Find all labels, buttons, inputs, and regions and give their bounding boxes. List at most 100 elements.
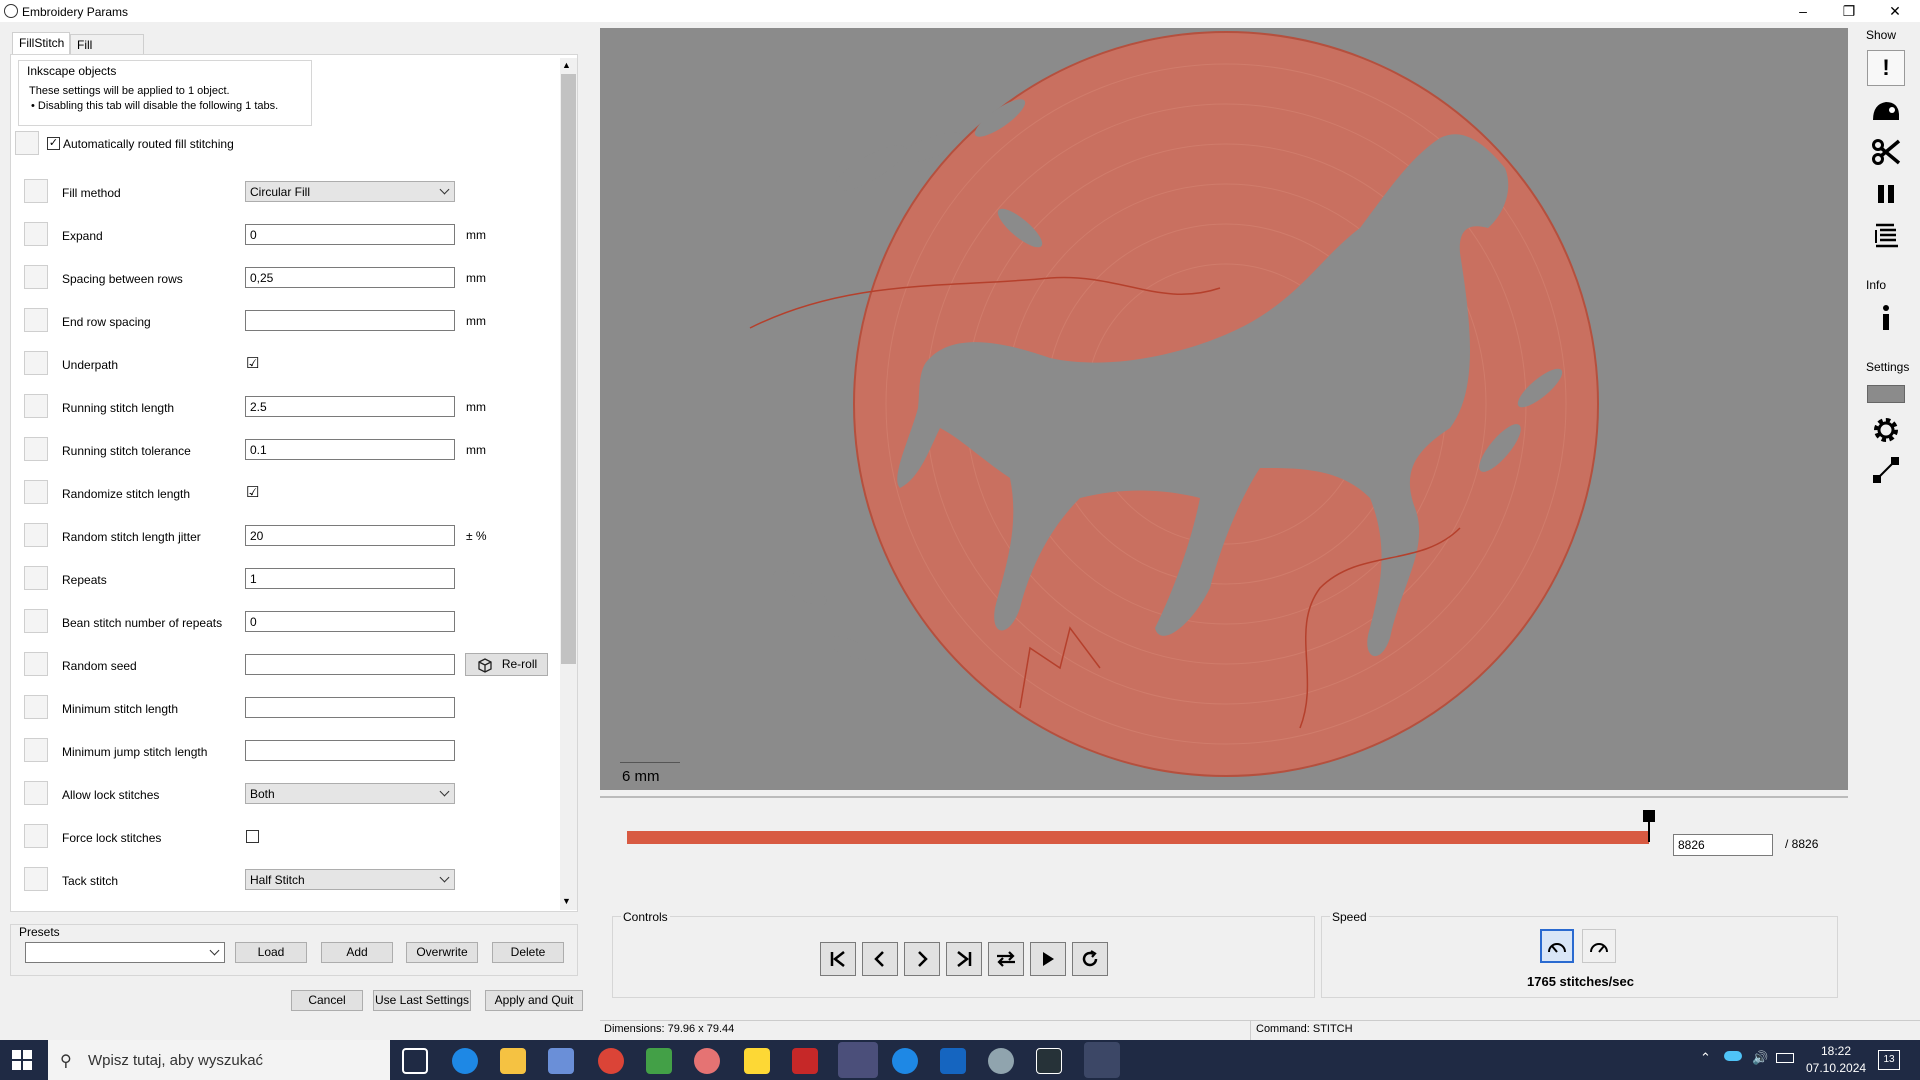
close-button[interactable]: ✕: [1872, 0, 1918, 22]
param-label: Force lock stitches: [62, 831, 162, 845]
preset-delete-button[interactable]: Delete: [492, 942, 564, 963]
clock-time[interactable]: 18:22: [1806, 1044, 1866, 1058]
outlook-icon[interactable]: [940, 1048, 966, 1074]
current-stitch-input[interactable]: 8826: [1673, 834, 1773, 856]
windows-start-button[interactable]: [12, 1050, 32, 1073]
param-input[interactable]: [245, 697, 455, 718]
jump-stitches-button[interactable]: [1867, 452, 1905, 488]
chrome-icon[interactable]: [598, 1048, 624, 1074]
param-input[interactable]: 0: [245, 224, 455, 245]
show-commands-button[interactable]: [1867, 218, 1905, 254]
restore-button[interactable]: ❐: [1826, 0, 1872, 22]
scroll-down-icon[interactable]: ▼: [562, 896, 571, 906]
task-view-icon[interactable]: [402, 1048, 428, 1074]
param-toggle-button[interactable]: [24, 867, 48, 891]
param-input[interactable]: [245, 740, 455, 761]
param-toggle-button[interactable]: [24, 824, 48, 848]
param-checkbox[interactable]: ☑: [246, 485, 259, 500]
tab-fill-underlay[interactable]: Fill Underlay: [70, 34, 144, 66]
param-toggle-button[interactable]: [24, 609, 48, 633]
param-toggle-button[interactable]: [24, 523, 48, 547]
param-toggle-button[interactable]: [24, 566, 48, 590]
settings-button[interactable]: [1867, 412, 1905, 448]
param-toggle-button[interactable]: [24, 437, 48, 461]
swap-direction-button[interactable]: [988, 942, 1024, 976]
reroll-button[interactable]: Re-roll: [465, 653, 548, 676]
param-toggle-button[interactable]: [24, 781, 48, 805]
stitch-slider-track[interactable]: [627, 831, 1649, 844]
battery-icon[interactable]: [1776, 1053, 1794, 1063]
param-input[interactable]: 20: [245, 525, 455, 546]
preset-add-button[interactable]: Add: [321, 942, 393, 963]
edge-icon[interactable]: [452, 1048, 478, 1074]
cancel-button[interactable]: Cancel: [291, 990, 363, 1011]
stitch-preview-canvas[interactable]: [600, 28, 1848, 790]
param-input[interactable]: [245, 310, 455, 331]
sticky-notes-icon[interactable]: [744, 1048, 770, 1074]
auto-route-checkbox[interactable]: ✓: [47, 137, 60, 150]
previous-stitch-button[interactable]: [862, 942, 898, 976]
app-icon-3[interactable]: [694, 1048, 720, 1074]
param-input[interactable]: 1: [245, 568, 455, 589]
first-stitch-button[interactable]: [820, 942, 856, 976]
minimize-button[interactable]: –: [1780, 0, 1826, 22]
file-explorer-icon[interactable]: [500, 1048, 526, 1074]
param-toggle-button[interactable]: [24, 222, 48, 246]
param-toggle-button[interactable]: [24, 308, 48, 332]
param-select[interactable]: Circular Fill: [245, 181, 455, 202]
param-select[interactable]: Half Stitch: [245, 869, 455, 890]
background-color-button[interactable]: [1867, 376, 1905, 412]
stitch-slider-handle[interactable]: [1643, 810, 1655, 822]
show-trims-button[interactable]: [1867, 134, 1905, 170]
params-scroll-thumb[interactable]: [561, 74, 576, 664]
param-checkbox[interactable]: [246, 830, 259, 843]
chrome-profile-icon[interactable]: [892, 1048, 918, 1074]
app-icon-1[interactable]: [548, 1048, 574, 1074]
param-input[interactable]: 0,25: [245, 267, 455, 288]
auto-route-toggle-button[interactable]: [15, 131, 39, 155]
app-icon-4[interactable]: [988, 1048, 1014, 1074]
tab-fillstitch[interactable]: FillStitch: [12, 32, 70, 54]
play-button[interactable]: [1030, 942, 1066, 976]
faster-button[interactable]: [1582, 929, 1616, 963]
next-stitch-button[interactable]: [904, 942, 940, 976]
ink-stitch-icon[interactable]: [1084, 1042, 1120, 1078]
dimensions-status: Dimensions: 79.96 x 79.44: [604, 1023, 735, 1035]
param-input[interactable]: [245, 654, 455, 675]
onedrive-icon[interactable]: [1724, 1051, 1742, 1061]
volume-icon[interactable]: 🔊: [1752, 1050, 1768, 1066]
param-toggle-button[interactable]: [24, 738, 48, 762]
use-last-settings-button[interactable]: Use Last Settings: [373, 990, 471, 1011]
last-stitch-button[interactable]: [946, 942, 982, 976]
apply-and-quit-button[interactable]: Apply and Quit: [485, 990, 583, 1011]
slower-button[interactable]: [1540, 929, 1574, 963]
param-toggle-button[interactable]: [24, 265, 48, 289]
acrobat-icon[interactable]: [792, 1048, 818, 1074]
clock-date[interactable]: 07.10.2024: [1806, 1061, 1866, 1075]
param-toggle-button[interactable]: [24, 652, 48, 676]
param-toggle-button[interactable]: [24, 351, 48, 375]
restart-button[interactable]: [1072, 942, 1108, 976]
preset-select[interactable]: [25, 942, 225, 963]
param-input[interactable]: 0: [245, 611, 455, 632]
param-toggle-button[interactable]: [24, 394, 48, 418]
param-select[interactable]: Both: [245, 783, 455, 804]
param-toggle-button[interactable]: [24, 695, 48, 719]
notifications-button[interactable]: 13: [1878, 1050, 1900, 1070]
info-button[interactable]: [1867, 300, 1905, 336]
tray-chevron-icon[interactable]: ⌃: [1700, 1050, 1711, 1066]
show-stops-button[interactable]: [1867, 176, 1905, 212]
param-checkbox[interactable]: ☑: [246, 356, 259, 371]
param-input[interactable]: 0.1: [245, 439, 455, 460]
show-warnings-button[interactable]: !: [1867, 50, 1905, 86]
param-input[interactable]: 2.5: [245, 396, 455, 417]
teams-icon[interactable]: [838, 1042, 878, 1078]
scroll-up-icon[interactable]: ▲: [562, 60, 571, 70]
app-icon-2[interactable]: [646, 1048, 672, 1074]
show-needle-points-button[interactable]: [1867, 92, 1905, 128]
param-toggle-button[interactable]: [24, 179, 48, 203]
preset-overwrite-button[interactable]: Overwrite: [406, 942, 478, 963]
inkscape-icon[interactable]: [1036, 1048, 1062, 1074]
preset-load-button[interactable]: Load: [235, 942, 307, 963]
param-toggle-button[interactable]: [24, 480, 48, 504]
